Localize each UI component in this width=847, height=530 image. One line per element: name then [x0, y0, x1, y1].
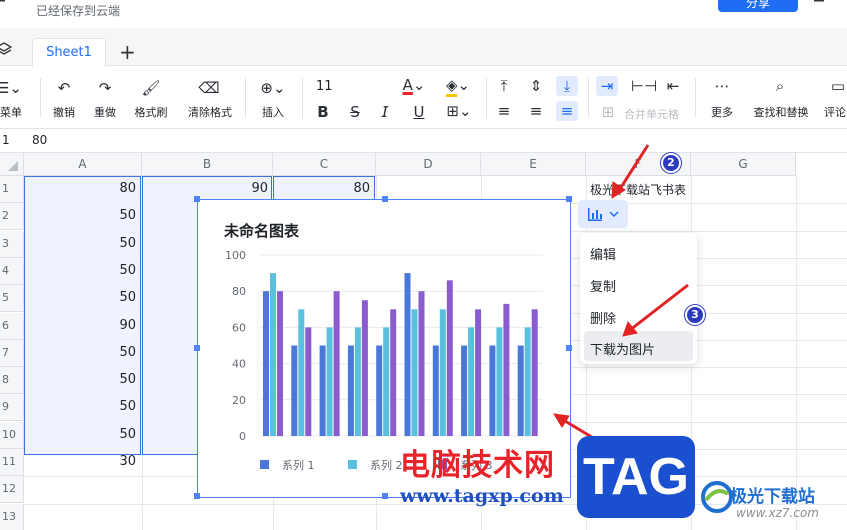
- spreadsheet-app: 已经保存到云端 分享 Sheet1 + ☰⌄ 菜单 ↶ 撤销 ↷ 重做 🖌 格式…: [0, 0, 847, 530]
- watermark-text: 电脑技术网: [400, 448, 555, 483]
- watermark-brand: 极光下载站: [730, 487, 815, 507]
- step-badge-2: 2: [661, 153, 681, 173]
- arrow-3-shaft: [629, 283, 689, 332]
- watermark-url: www.tagxp.com: [400, 485, 564, 507]
- aurora-logo-icon: [701, 481, 733, 513]
- watermark-site: www.xz7.com: [736, 506, 819, 520]
- arrow-2-shaft: [616, 144, 650, 193]
- step-badge-3: 3: [685, 305, 705, 325]
- watermark-tag-logo: TAG: [577, 436, 695, 518]
- arrow-3-head: [622, 320, 638, 337]
